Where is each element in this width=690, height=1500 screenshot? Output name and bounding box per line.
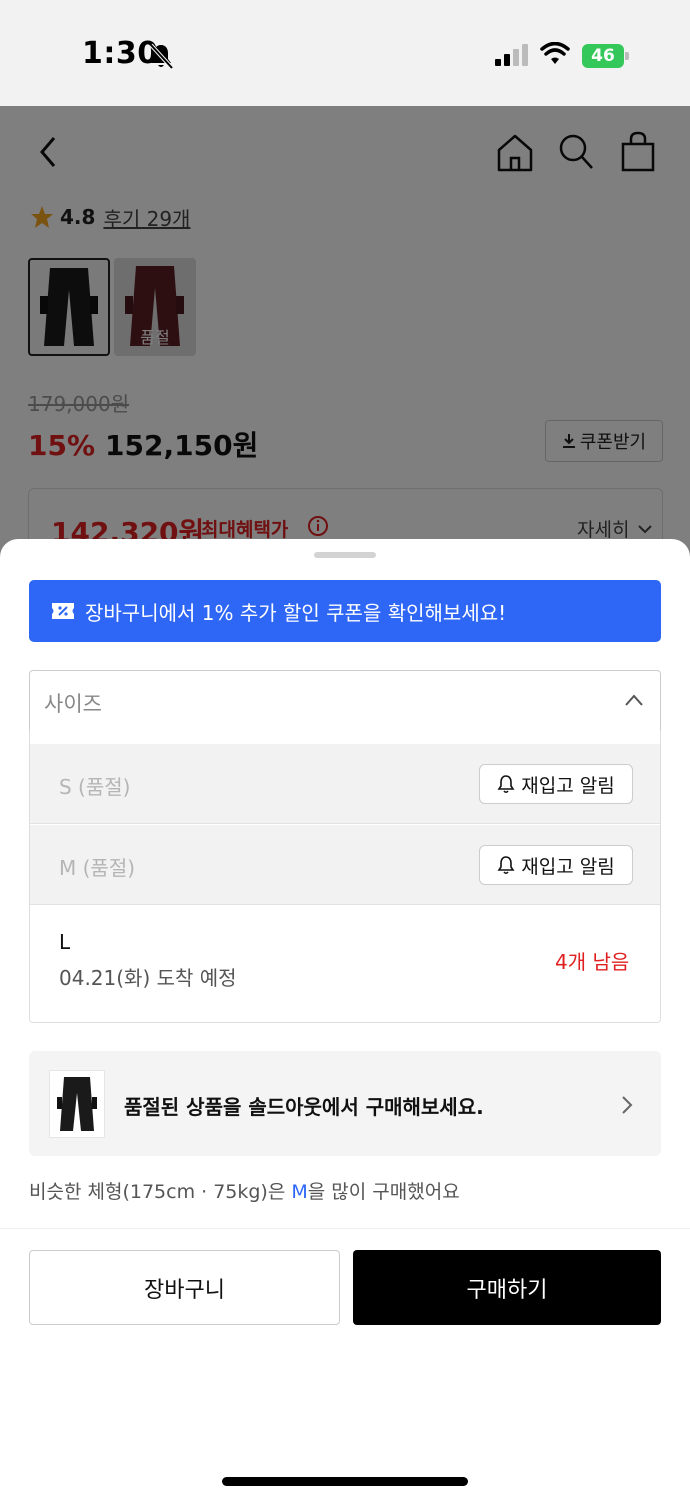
size-option-label: M (품절) — [59, 856, 136, 880]
bell-icon — [497, 856, 515, 875]
chevron-up-icon — [625, 694, 643, 706]
buy-now-button[interactable]: 구매하기 — [353, 1250, 661, 1325]
restock-alert-button[interactable]: 재입고 알림 — [479, 845, 633, 885]
option-bottom-sheet: 장바구니에서 1% 추가 할인 쿠폰을 확인해보세요! 사이즈 S (품절) 재… — [0, 539, 690, 1500]
product-thumbnail — [49, 1070, 105, 1138]
size-dropdown[interactable]: 사이즈 — [29, 670, 661, 732]
bell-icon — [497, 775, 515, 794]
recommended-size: M — [291, 1181, 308, 1203]
sheet-drag-handle[interactable] — [314, 552, 376, 558]
battery-indicator: 46 — [582, 44, 630, 68]
soldout-promo-text: 품절된 상품을 솔드아웃에서 구매해보세요. — [124, 1095, 484, 1119]
soldout-promo-card[interactable]: 품절된 상품을 솔드아웃에서 구매해보세요. — [29, 1051, 661, 1156]
chevron-right-icon — [622, 1096, 633, 1114]
signal-icon — [495, 44, 528, 66]
battery-level: 46 — [582, 44, 624, 68]
coupon-icon — [52, 603, 74, 619]
restock-alert-label: 재입고 알림 — [521, 855, 615, 878]
wifi-icon — [540, 42, 570, 64]
divider — [0, 1228, 690, 1229]
size-dropdown-label: 사이즈 — [44, 692, 102, 716]
battery-cap — [625, 52, 629, 60]
similar-body-type-note: 비슷한 체형(175cm · 75kg)은 M을 많이 구매했어요 — [29, 1177, 460, 1204]
size-option-label: S (품절) — [59, 775, 131, 799]
stock-remaining: 4개 남음 — [555, 950, 630, 974]
coupon-banner-text: 장바구니에서 1% 추가 할인 쿠폰을 확인해보세요! — [85, 600, 507, 625]
similar-prefix: 비슷한 체형(175cm · 75kg)은 — [29, 1181, 292, 1203]
restock-alert-button[interactable]: 재입고 알림 — [479, 764, 633, 804]
size-option-l[interactable]: L 04.21(화) 도착 예정 4개 남음 — [30, 906, 660, 1022]
pants-thumbnail-image — [57, 1077, 97, 1131]
restock-alert-label: 재입고 알림 — [521, 774, 615, 797]
size-option-m: M (품절) 재입고 알림 — [30, 825, 660, 905]
size-options-list: S (품절) 재입고 알림 M (품절) 재입고 알림 L 04.21(화) 도… — [29, 731, 661, 1023]
add-to-cart-button[interactable]: 장바구니 — [29, 1250, 340, 1325]
bell-slash-icon — [149, 43, 174, 70]
size-option-s: S (품절) 재입고 알림 — [30, 744, 660, 824]
home-indicator[interactable] — [222, 1477, 468, 1486]
delivery-date: 04.21(화) 도착 예정 — [59, 966, 237, 990]
status-bar: 1:30 46 — [0, 0, 690, 106]
size-option-label: L — [59, 930, 71, 954]
similar-suffix: 을 많이 구매했어요 — [307, 1181, 460, 1203]
coupon-banner[interactable]: 장바구니에서 1% 추가 할인 쿠폰을 확인해보세요! — [29, 580, 661, 642]
